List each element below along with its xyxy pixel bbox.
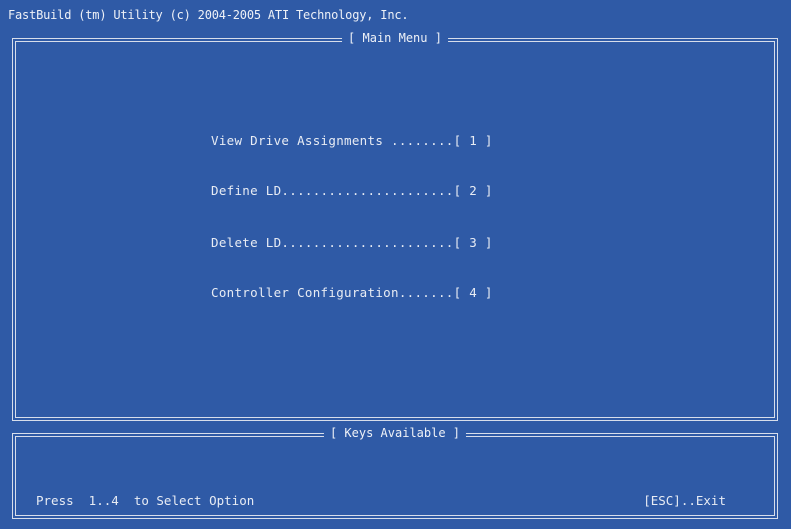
keys-available-title: [ Keys Available ] bbox=[323, 426, 467, 440]
esc-exit-hint[interactable]: [ESC]..Exit bbox=[643, 493, 726, 508]
menu-item-define-ld[interactable]: Define LD......................[ 2 ] bbox=[211, 183, 493, 198]
menu-item-controller-configuration[interactable]: Controller Configuration.......[ 4 ] bbox=[211, 285, 493, 300]
utility-title: FastBuild (tm) Utility (c) 2004-2005 ATI… bbox=[8, 8, 409, 22]
main-menu-panel: [ Main Menu ] View Drive Assignments ...… bbox=[12, 31, 778, 421]
menu-item-delete-ld[interactable]: Delete LD......................[ 3 ] bbox=[211, 235, 493, 250]
keys-available-panel: [ Keys Available ] Press 1..4 to Select … bbox=[12, 426, 778, 519]
bios-screen: FastBuild (tm) Utility (c) 2004-2005 ATI… bbox=[0, 0, 791, 529]
menu-item-view-drive-assignments[interactable]: View Drive Assignments ........[ 1 ] bbox=[211, 133, 493, 148]
main-menu-title: [ Main Menu ] bbox=[342, 31, 448, 45]
select-option-hint: Press 1..4 to Select Option bbox=[36, 493, 255, 508]
